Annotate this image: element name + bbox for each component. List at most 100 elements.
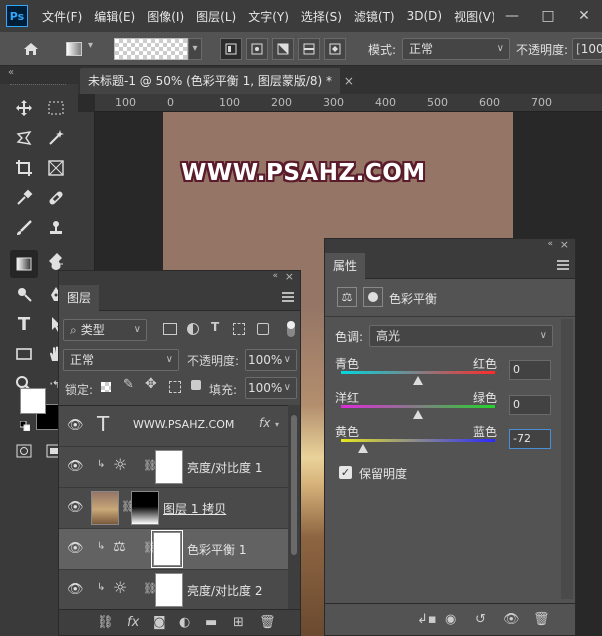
blend-mode-dropdown[interactable]: 正常 ∨ [63, 349, 179, 371]
menu-file[interactable]: 文件(F) [42, 8, 82, 25]
layer-row[interactable]: 👁 ↳ ☼ ⛓ 亮度/对比度 2 [59, 570, 288, 609]
lock-transparent-icon[interactable] [101, 382, 111, 392]
lock-pixels-icon[interactable]: ✎ [123, 377, 134, 392]
document-tab[interactable]: 未标题-1 @ 50% (色彩平衡 1, 图层蒙版/8) * × [80, 68, 354, 94]
clone-stamp-tool-icon[interactable] [42, 214, 70, 242]
menu-3d[interactable]: 3D(D) [407, 9, 442, 23]
magenta-green-slider-thumb[interactable] [413, 410, 423, 419]
photoshop-logo[interactable]: Ps [6, 5, 28, 27]
visibility-eye-icon[interactable]: 👁 [67, 460, 84, 474]
yellow-blue-slider-track[interactable] [341, 439, 495, 442]
add-mask-icon[interactable]: ◙ [153, 615, 166, 630]
filter-smart-object-icon[interactable] [257, 323, 269, 335]
preserve-luminosity-checkbox[interactable]: ✓ [339, 466, 352, 479]
menu-select[interactable]: 选择(S) [301, 8, 342, 25]
layer-row[interactable]: 👁 T WWW.PSAHZ.COM fx ▾ [59, 406, 288, 447]
new-group-icon[interactable]: ▬ [205, 615, 217, 630]
tab-close-icon[interactable]: × [344, 74, 354, 88]
default-colors-icon[interactable] [19, 420, 31, 432]
cyan-red-slider-thumb[interactable] [413, 376, 423, 385]
filter-adjustment-icon[interactable] [187, 323, 199, 335]
delete-layer-icon[interactable]: 🗑 [259, 615, 276, 630]
linear-gradient-button[interactable] [220, 38, 242, 60]
visibility-eye-icon[interactable]: 👁 [67, 419, 84, 433]
layer-mask-thumbnail[interactable] [131, 491, 159, 525]
radial-gradient-button[interactable] [246, 38, 268, 60]
toggle-visibility-icon[interactable]: 👁 [503, 612, 520, 627]
lock-position-icon[interactable]: ✥ [145, 376, 157, 392]
panel-close-icon[interactable]: × [285, 270, 294, 283]
brush-tool-icon[interactable] [10, 214, 38, 242]
menu-view[interactable]: 视图(V) [454, 8, 496, 25]
layer-effects-icon[interactable]: fx [259, 416, 270, 430]
layer-row-selected[interactable]: 👁 ↳ ⚖ ⛓ 色彩平衡 1 [59, 529, 288, 570]
visibility-eye-icon[interactable]: 👁 [67, 542, 84, 556]
layer-mask-thumbnail[interactable] [155, 573, 183, 607]
chevron-down-icon[interactable]: ▾ [275, 420, 279, 429]
magenta-green-value-field[interactable]: 0 [509, 395, 551, 415]
menu-layer[interactable]: 图层(L) [196, 8, 236, 25]
layer-name[interactable]: WWW.PSAHZ.COM [133, 418, 234, 431]
visibility-eye-icon[interactable]: 👁 [67, 583, 84, 597]
rectangle-tool-icon[interactable] [10, 340, 38, 368]
lock-artboard-icon[interactable] [169, 381, 181, 393]
yellow-blue-value-field[interactable]: -72 [509, 429, 551, 449]
properties-scrollbar[interactable] [561, 319, 573, 599]
cyan-red-value-field[interactable]: 0 [509, 360, 551, 380]
delete-adjustment-icon[interactable]: 🗑 [533, 612, 550, 627]
dodge-tool-icon[interactable] [10, 280, 38, 308]
mode-dropdown[interactable]: 正常 ∨ [402, 38, 510, 60]
reset-icon[interactable]: ↺ [475, 612, 486, 627]
layer-image-thumbnail[interactable] [91, 491, 119, 525]
lock-all-icon[interactable] [191, 380, 201, 390]
toolbar-collapse-button[interactable]: « [0, 66, 78, 84]
view-previous-state-icon[interactable]: ◉ [445, 612, 456, 627]
panel-collapse-icon[interactable]: « [547, 239, 553, 249]
menu-image[interactable]: 图像(I) [147, 8, 184, 25]
visibility-eye-icon[interactable]: 👁 [67, 501, 84, 515]
foreground-color-swatch-top[interactable] [20, 388, 46, 414]
reflected-gradient-button[interactable] [298, 38, 320, 60]
healing-brush-tool-icon[interactable] [42, 184, 70, 212]
layer-name[interactable]: 色彩平衡 1 [187, 541, 246, 558]
type-tool-icon[interactable]: T [10, 310, 38, 338]
add-layer-style-icon[interactable]: fx [127, 615, 139, 630]
eyedropper-tool-icon[interactable] [10, 184, 38, 212]
panel-menu-icon[interactable] [557, 260, 569, 270]
home-icon[interactable] [22, 38, 44, 60]
magic-wand-tool-icon[interactable] [42, 124, 70, 152]
gradient-editor-swatch[interactable] [114, 38, 188, 60]
magenta-green-slider-track[interactable] [341, 405, 495, 408]
new-layer-icon[interactable]: ⊞ [233, 615, 244, 630]
opacity-field[interactable]: [100 [572, 38, 602, 60]
gradient-dropdown-button[interactable]: ▾ [188, 38, 202, 60]
layer-mask-thumbnail[interactable] [151, 530, 183, 568]
tab-properties[interactable]: 属性 [325, 253, 366, 279]
link-layers-icon[interactable]: ⛓ [97, 615, 114, 630]
close-button[interactable]: ✕ [566, 8, 602, 24]
crop-tool-icon[interactable] [10, 154, 38, 182]
layer-name[interactable]: 亮度/对比度 2 [187, 582, 263, 599]
angle-gradient-button[interactable] [272, 38, 294, 60]
minimize-button[interactable]: — [494, 8, 530, 24]
yellow-blue-slider-thumb[interactable] [357, 444, 368, 453]
frame-tool-icon[interactable] [42, 154, 70, 182]
filter-type-icon[interactable]: T [211, 320, 219, 334]
gradient-preset-icon[interactable] [66, 42, 82, 56]
menu-edit[interactable]: 编辑(E) [94, 8, 135, 25]
layer-filter-dropdown[interactable]: ⌕ 类型 ∨ [63, 319, 147, 341]
scrollbar-thumb[interactable] [291, 415, 297, 555]
layer-mask-thumbnail[interactable] [155, 450, 183, 484]
menu-filter[interactable]: 滤镜(T) [354, 8, 395, 25]
panel-collapse-icon[interactable]: « [272, 271, 278, 281]
layer-row[interactable]: 👁 ⛓ 图层 1 拷贝 [59, 488, 288, 529]
filter-pixel-icon[interactable] [163, 323, 177, 335]
layer-name[interactable]: 图层 1 拷贝 [163, 500, 226, 517]
tone-dropdown[interactable]: 高光 ∨ [369, 325, 553, 347]
panel-close-icon[interactable]: × [560, 238, 569, 251]
layer-opacity-field[interactable]: 100% ∨ [245, 349, 297, 371]
move-tool-icon[interactable] [10, 94, 38, 122]
mask-icon[interactable] [363, 287, 383, 307]
quick-mask-icon[interactable] [16, 444, 32, 461]
toolbar-grip[interactable] [10, 84, 66, 86]
